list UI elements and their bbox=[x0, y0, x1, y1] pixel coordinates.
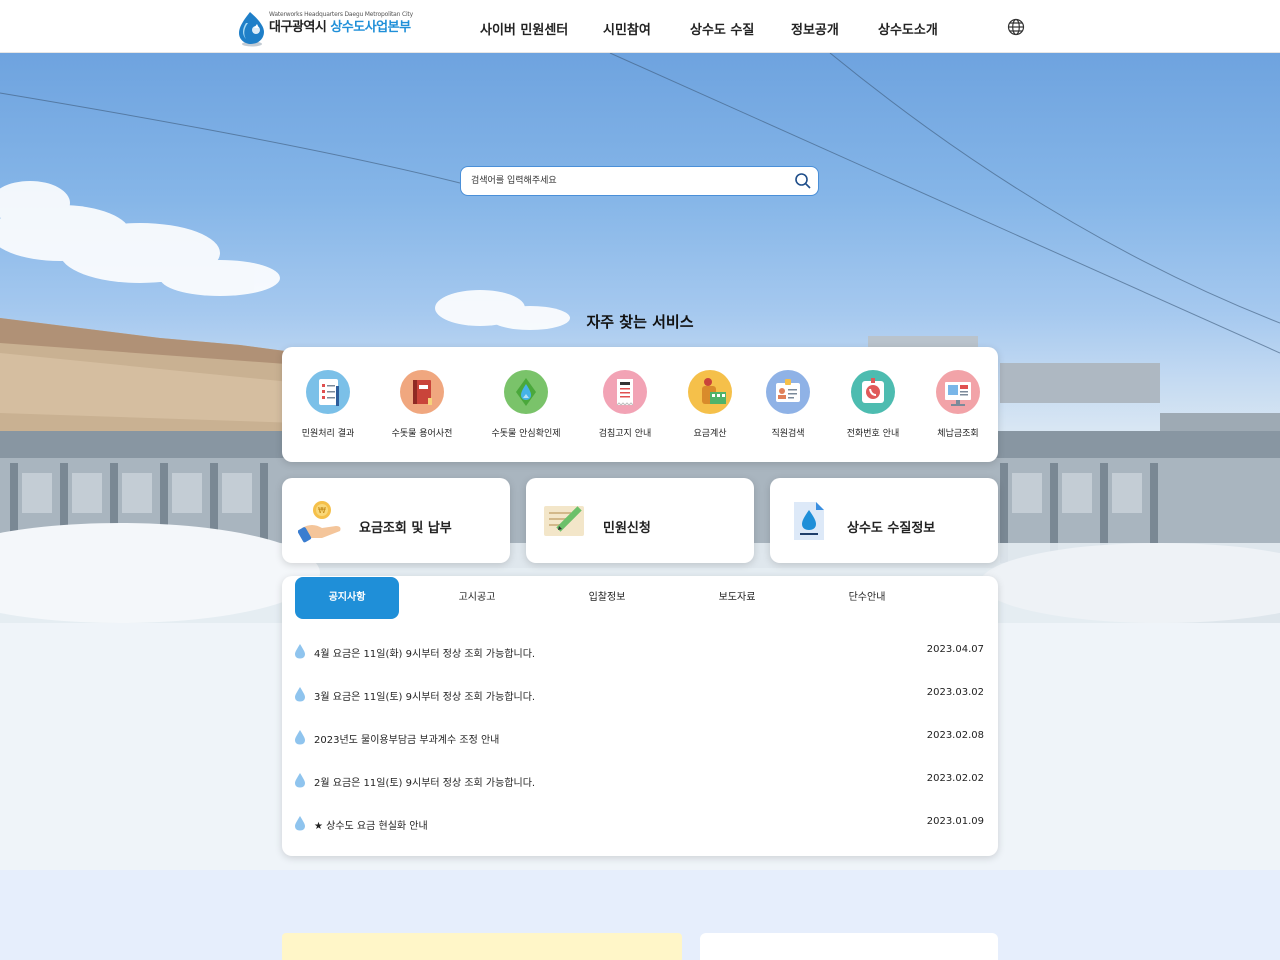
nav-item-information-disclosure[interactable]: 정보공개 bbox=[791, 19, 839, 38]
card-label: 요금조회 및 납부 bbox=[359, 521, 452, 536]
quick-item-label: 전화번호 안내 bbox=[846, 429, 900, 439]
water-leaf-icon bbox=[504, 370, 548, 414]
pencil-note-icon bbox=[544, 506, 584, 536]
hero-section: 자주 찾는 서비스 민원처리 결과 수돗물 용어사전 수돗물 안심확인제 검침고… bbox=[0, 53, 1280, 870]
bottom-section bbox=[0, 870, 1280, 960]
quick-item-label: 수돗물 용어사전 bbox=[391, 429, 453, 439]
card-complaint-application[interactable]: 민원신청 bbox=[526, 478, 754, 563]
quick-services-title: 자주 찾는 서비스 bbox=[586, 313, 694, 331]
notice-date: 2023.01.09 bbox=[926, 816, 984, 827]
nav-item-citizen-participation[interactable]: 시민참여 bbox=[603, 19, 651, 38]
tab-water-outage[interactable]: 단수안내 bbox=[815, 577, 919, 619]
search-input[interactable] bbox=[471, 167, 771, 194]
calculator-icon bbox=[688, 370, 732, 414]
quick-item-water-safety-check[interactable]: 수돗물 안심확인제 bbox=[480, 370, 572, 439]
search-icon[interactable] bbox=[794, 172, 812, 190]
white-banner[interactable] bbox=[700, 933, 998, 960]
book-icon bbox=[400, 370, 444, 414]
quick-item-complaint-result[interactable]: 민원처리 결과 bbox=[282, 370, 374, 439]
quick-item-label: 직원검색 bbox=[771, 429, 805, 439]
quick-item-phone-directory[interactable]: 전화번호 안내 bbox=[827, 370, 919, 439]
tab-notices[interactable]: 공지사항 bbox=[295, 577, 399, 619]
quick-item-label: 검침고지 안내 bbox=[598, 429, 652, 439]
card-label: 상수도 수질정보 bbox=[847, 521, 936, 536]
arrears-icon bbox=[936, 370, 980, 414]
nav-item-cyber-civil-center[interactable]: 사이버 민원센터 bbox=[480, 19, 568, 38]
notice-title: 2023년도 물이용부담금 부과계수 조정 안내 bbox=[314, 735, 500, 746]
water-drop-icon bbox=[295, 816, 305, 831]
notice-title: 2월 요금은 11일(토) 9시부터 정상 조회 가능합니다. bbox=[314, 778, 536, 789]
card-label: 민원신청 bbox=[603, 521, 651, 536]
notice-board: 공지사항 고시공고 입찰정보 보도자료 단수안내 4월 요금은 11일(화) 9… bbox=[282, 576, 998, 856]
card-water-quality-info[interactable]: 상수도 수질정보 bbox=[770, 478, 998, 563]
notice-title: ★ 상수도 요금 현실화 안내 bbox=[314, 821, 428, 832]
notice-date: 2023.02.08 bbox=[926, 730, 984, 741]
notice-item[interactable]: 2023년도 물이용부담금 부과계수 조정 안내 2023.02.08 bbox=[294, 728, 986, 750]
quick-item-label: 수돗물 안심확인제 bbox=[491, 429, 561, 439]
water-drop-icon bbox=[295, 773, 305, 788]
main-navigation: 사이버 민원센터 시민참여 상수도 수질 정보공개 상수도소개 bbox=[0, 0, 1280, 53]
quick-item-label: 민원처리 결과 bbox=[301, 429, 355, 439]
quick-item-staff-search[interactable]: 직원검색 bbox=[742, 370, 834, 439]
tab-announcements[interactable]: 고시공고 bbox=[425, 577, 529, 619]
site-header: Waterworks Headquarters Daegu Metropolit… bbox=[0, 0, 1280, 53]
quick-item-water-glossary[interactable]: 수돗물 용어사전 bbox=[376, 370, 468, 439]
notice-date: 2023.04.07 bbox=[926, 644, 984, 655]
search-bar bbox=[460, 166, 819, 196]
nav-item-waterworks-introduction[interactable]: 상수도소개 bbox=[878, 19, 938, 38]
notice-title: 4월 요금은 11일(화) 9시부터 정상 조회 가능합니다. bbox=[314, 649, 536, 660]
svg-text:₩: ₩ bbox=[318, 506, 326, 515]
water-document-icon bbox=[794, 502, 824, 540]
meter-bill-icon bbox=[603, 370, 647, 414]
phone-icon bbox=[851, 370, 895, 414]
card-fee-inquiry-payment[interactable]: ₩ 요금조회 및 납부 bbox=[282, 478, 510, 563]
notice-item[interactable]: 2월 요금은 11일(토) 9시부터 정상 조회 가능합니다. 2023.02.… bbox=[294, 771, 986, 793]
id-card-icon bbox=[766, 370, 810, 414]
water-drop-icon bbox=[295, 687, 305, 702]
quick-item-label: 체납금조회 bbox=[937, 429, 979, 439]
tab-press-releases[interactable]: 보도자료 bbox=[685, 577, 789, 619]
quick-services-panel: 민원처리 결과 수돗물 용어사전 수돗물 안심확인제 검침고지 안내 요금계산 bbox=[282, 347, 998, 462]
notice-item[interactable]: 4월 요금은 11일(화) 9시부터 정상 조회 가능합니다. 2023.04.… bbox=[294, 642, 986, 664]
tab-bidding-info[interactable]: 입찰정보 bbox=[555, 577, 659, 619]
water-drop-icon bbox=[295, 730, 305, 745]
yellow-banner[interactable] bbox=[282, 933, 682, 960]
coin-hand-icon: ₩ bbox=[298, 501, 341, 543]
checklist-icon bbox=[306, 370, 350, 414]
globe-icon[interactable] bbox=[1006, 17, 1026, 37]
nav-item-water-quality[interactable]: 상수도 수질 bbox=[690, 19, 754, 38]
notice-date: 2023.02.02 bbox=[926, 773, 984, 784]
quick-item-arrears-inquiry[interactable]: 체납금조회 bbox=[912, 370, 1004, 439]
notice-item[interactable]: ★ 상수도 요금 현실화 안내 2023.01.09 bbox=[294, 814, 986, 836]
notice-title: 3월 요금은 11일(토) 9시부터 정상 조회 가능합니다. bbox=[314, 692, 536, 703]
quick-item-meter-reading-notice[interactable]: 검침고지 안내 bbox=[579, 370, 671, 439]
notice-item[interactable]: 3월 요금은 11일(토) 9시부터 정상 조회 가능합니다. 2023.03.… bbox=[294, 685, 986, 707]
notice-date: 2023.03.02 bbox=[926, 687, 984, 698]
water-drop-icon bbox=[295, 644, 305, 659]
